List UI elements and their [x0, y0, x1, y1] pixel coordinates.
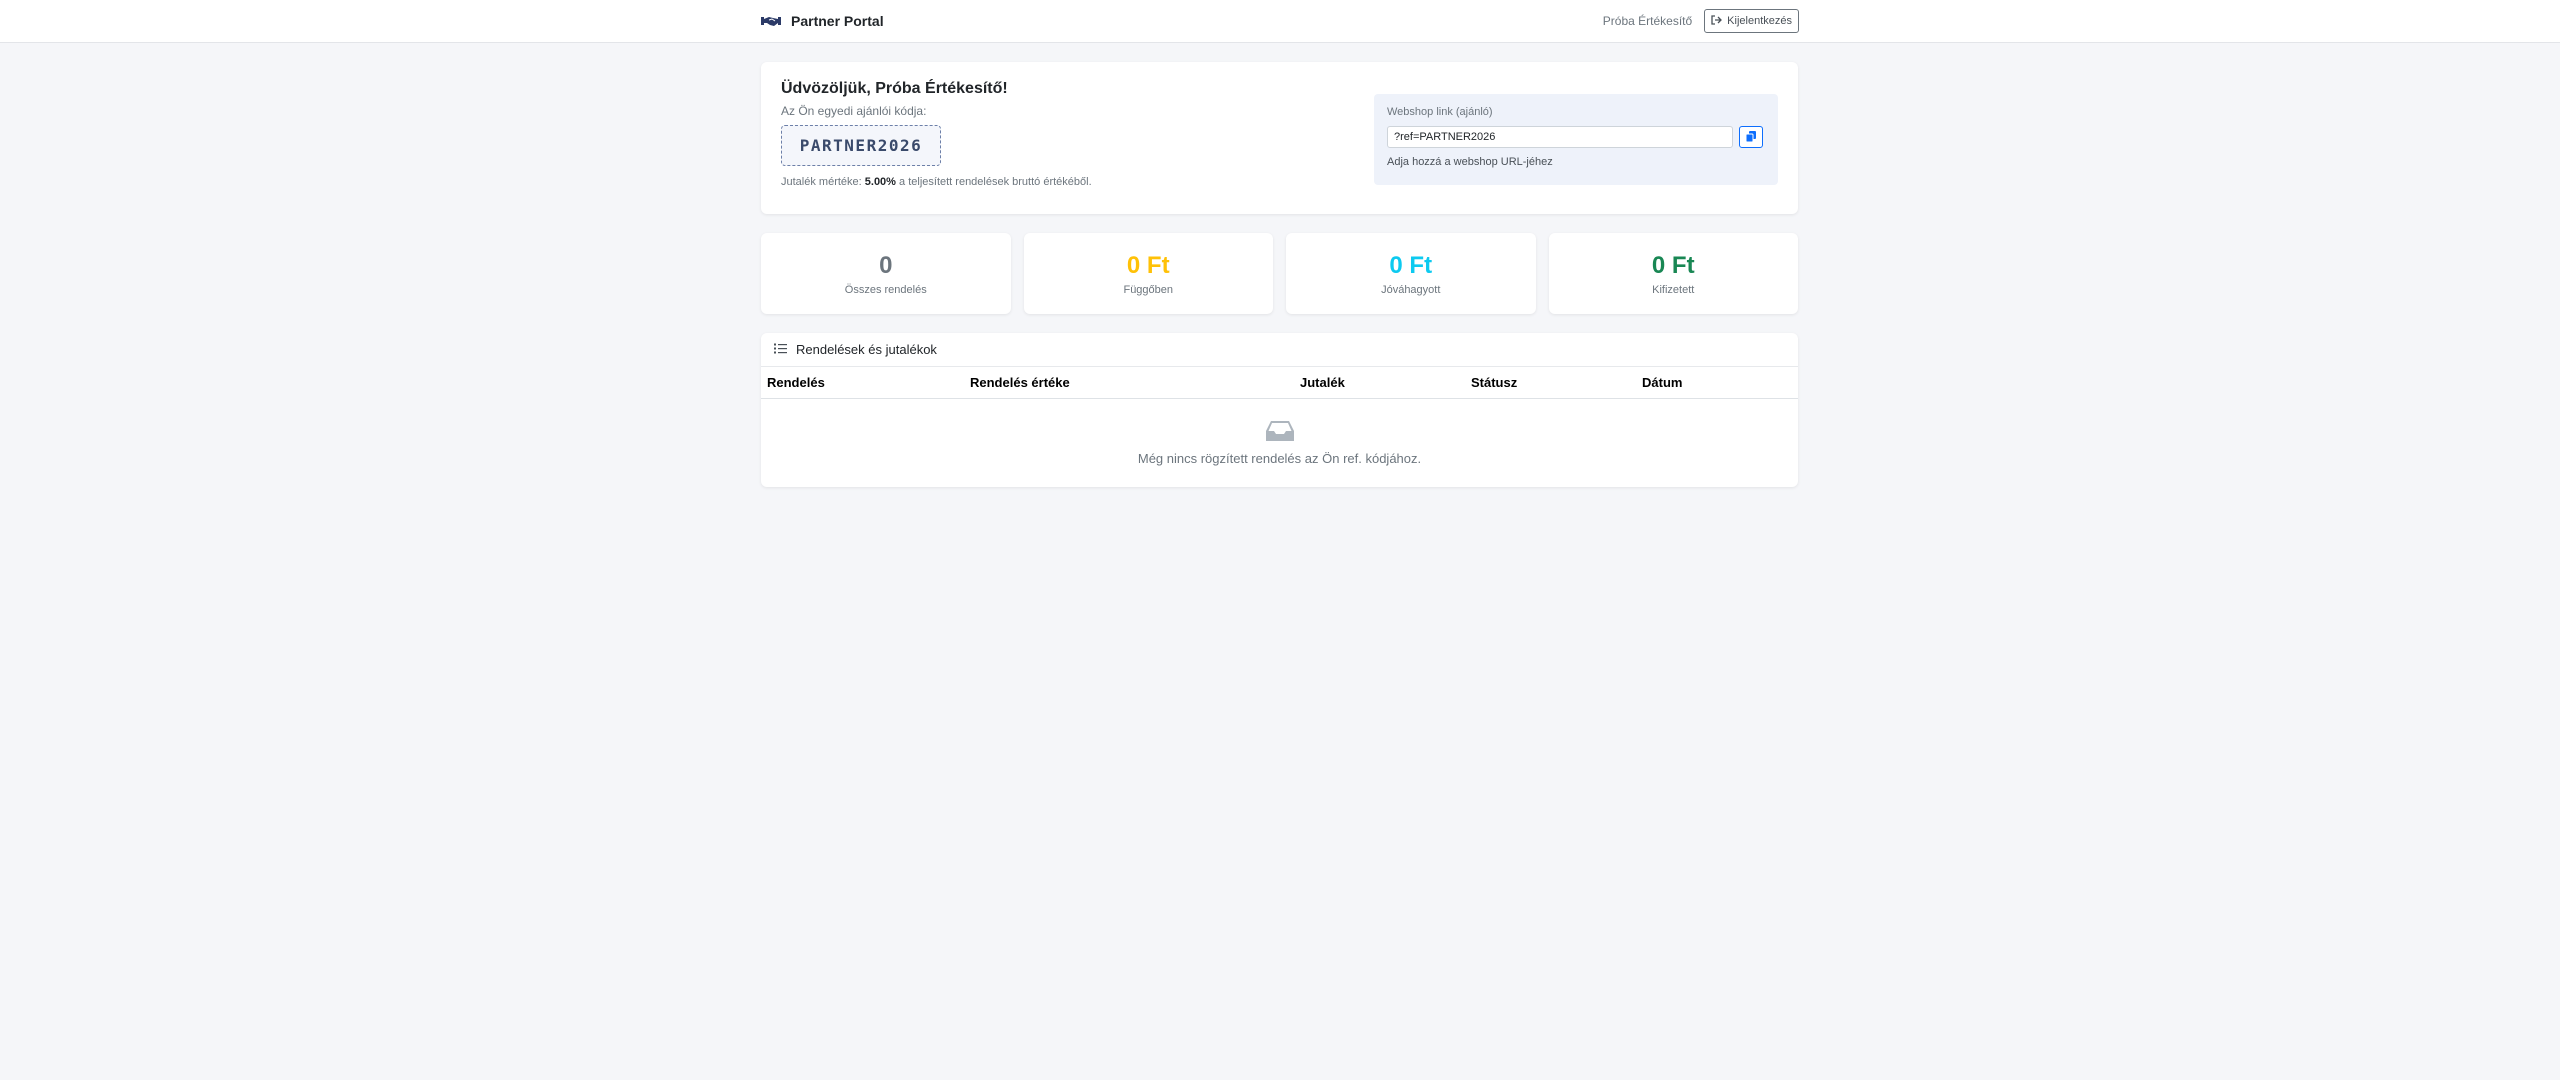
- referral-code-label: Az Ön egyedi ajánlói kódja:: [781, 104, 927, 118]
- stat-label: Kifizetett: [1652, 283, 1695, 296]
- stat-card-paid: 0 Ft Kifizetett: [1548, 233, 1798, 314]
- table-header-row: Rendelés Rendelés értéke Jutalék Státusz…: [761, 367, 1798, 399]
- navbar-right: Próba Értékesítő Kijelentkezés: [1603, 9, 1799, 33]
- column-header-commission[interactable]: Jutalék: [1300, 367, 1471, 399]
- column-header-order[interactable]: Rendelés: [761, 367, 970, 399]
- handshake-icon: [761, 14, 781, 28]
- stat-card-pending: 0 Ft Függőben: [1023, 233, 1273, 314]
- logout-button[interactable]: Kijelentkezés: [1704, 9, 1799, 33]
- webshop-link-input[interactable]: [1387, 126, 1733, 148]
- stat-label: Függőben: [1123, 283, 1174, 296]
- stat-value: 0: [879, 251, 893, 279]
- copy-icon: [1745, 130, 1756, 145]
- inbox-icon: [1265, 420, 1295, 447]
- webshop-link-hint: Adja hozzá a webshop URL-jéhez: [1387, 156, 1553, 168]
- referral-code-box[interactable]: PARTNER2026: [781, 125, 941, 166]
- main-container: Üdvözöljük, Próba Értékesítő! Az Ön egye…: [761, 62, 1798, 487]
- stats-row: 0 Összes rendelés 0 Ft Függőben 0 Ft Jóv…: [761, 233, 1798, 314]
- orders-card: Rendelések és jutalékok Rendelés Rendelé…: [761, 333, 1798, 487]
- column-header-status[interactable]: Státusz: [1471, 367, 1642, 399]
- webshop-link-label: Webshop link (ajánló): [1387, 106, 1493, 118]
- brand[interactable]: Partner Portal: [761, 13, 884, 29]
- stat-label: Jóváhagyott: [1381, 283, 1441, 296]
- reward-prefix: Jutalék mértéke:: [781, 176, 862, 188]
- webshop-link-panel: Webshop link (ajánló) Adja hozzá a websh…: [1374, 94, 1778, 185]
- reward-suffix: a teljesített rendelések bruttó értékébő…: [899, 176, 1092, 188]
- welcome-title: Üdvözöljük, Próba Értékesítő!: [781, 80, 1008, 97]
- stat-value: 0 Ft: [1389, 251, 1433, 279]
- copy-link-button[interactable]: [1739, 126, 1763, 148]
- column-header-date[interactable]: Dátum: [1642, 367, 1798, 399]
- stat-label: Összes rendelés: [844, 283, 927, 296]
- welcome-section: Üdvözöljük, Próba Értékesítő! Az Ön egye…: [781, 80, 1092, 188]
- orders-table: Rendelés Rendelés értéke Jutalék Státusz…: [761, 367, 1798, 399]
- user-name: Próba Értékesítő: [1602, 14, 1693, 28]
- top-navbar: Partner Portal Próba Értékesítő Kijelent…: [0, 0, 2560, 43]
- stat-card-approved: 0 Ft Jóváhagyott: [1286, 233, 1536, 314]
- stat-value: 0 Ft: [1651, 251, 1695, 279]
- empty-state-text: Még nincs rögzített rendelés az Ön ref. …: [1137, 451, 1422, 466]
- welcome-card: Üdvözöljük, Próba Értékesítő! Az Ön egye…: [761, 62, 1798, 214]
- orders-header: Rendelések és jutalékok: [761, 333, 1798, 367]
- stat-card-total-orders: 0 Összes rendelés: [761, 233, 1011, 314]
- reward-rate-line: Jutalék mértéke: 5.00% a teljesített ren…: [781, 176, 1092, 188]
- orders-title: Rendelések és jutalékok: [796, 342, 937, 357]
- brand-title: Partner Portal: [791, 13, 884, 29]
- logout-label: Kijelentkezés: [1727, 15, 1792, 27]
- column-header-order-value[interactable]: Rendelés értéke: [970, 367, 1300, 399]
- empty-state: Még nincs rögzített rendelés az Ön ref. …: [761, 399, 1798, 487]
- reward-rate: 5.00%: [864, 176, 896, 188]
- stat-value: 0 Ft: [1126, 251, 1170, 279]
- navbar-inner: Partner Portal Próba Értékesítő Kijelent…: [761, 0, 1799, 42]
- list-icon: [774, 342, 787, 357]
- sign-out-icon: [1711, 14, 1723, 28]
